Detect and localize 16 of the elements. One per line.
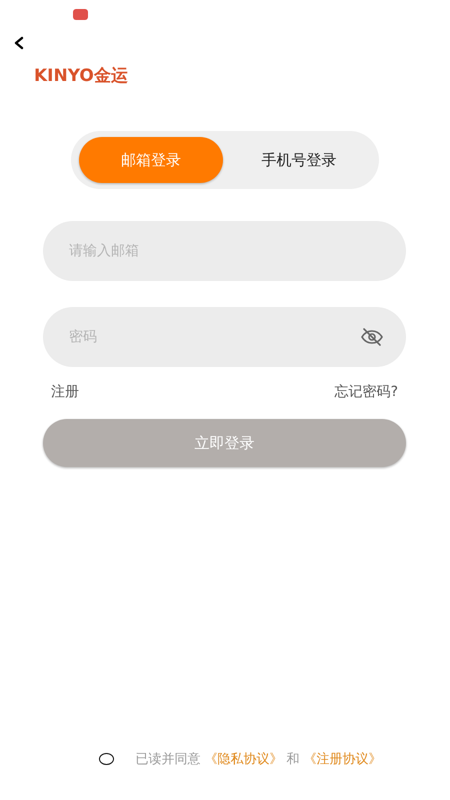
app-icon (73, 8, 88, 20)
agreement-link[interactable]: 《隐私协议》 (204, 750, 282, 768)
login-tab[interactable]: 手机号登录 (227, 137, 371, 183)
password-field[interactable]: 密码 (43, 307, 406, 367)
eye-off-icon[interactable] (360, 325, 384, 349)
agreement-link[interactable]: 《注册协议》 (304, 750, 382, 768)
logo: KINYO金运 (34, 65, 128, 87)
email-field[interactable]: 请输入邮箱 (43, 221, 406, 281)
login-button[interactable]: 立即登录 (43, 419, 406, 467)
agree-checkbox[interactable] (98, 753, 114, 765)
agreement-text: 和 (286, 751, 300, 768)
register-link[interactable]: 注册 (51, 383, 79, 401)
login-tab[interactable]: 邮箱登录 (79, 137, 223, 183)
forgot-password-link[interactable]: 忘记密码? (334, 383, 398, 401)
agreement-text: 已读并同意 (136, 751, 200, 768)
back-icon[interactable] (12, 36, 26, 50)
